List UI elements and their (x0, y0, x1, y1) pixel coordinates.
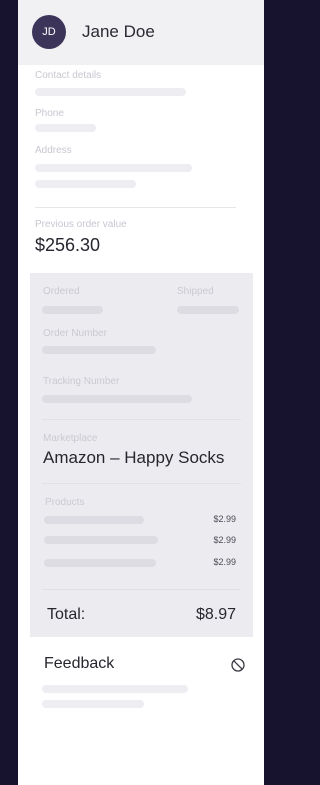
tracking-number-placeholder (42, 395, 192, 403)
marketplace-label: Marketplace (43, 433, 98, 444)
address-placeholder-line2 (35, 180, 136, 188)
product-price: $2.99 (213, 557, 236, 567)
address-placeholder-line1 (35, 164, 192, 172)
product-price: $2.99 (213, 514, 236, 524)
total-value: $8.97 (195, 606, 236, 623)
avatar[interactable]: JD (32, 15, 66, 49)
contact-placeholder (35, 88, 186, 96)
feedback-placeholder-line2 (42, 700, 144, 708)
customer-panel: JD Jane Doe Contact details Phone Addres… (18, 0, 264, 785)
previous-order-value: $256.30 (35, 235, 101, 255)
order-number-label: Order Number (43, 328, 107, 339)
divider (35, 207, 236, 208)
products-label: Products (45, 497, 85, 508)
ordered-placeholder (42, 306, 103, 314)
address-label: Address (35, 145, 72, 156)
marketplace-value: Amazon – Happy Socks (43, 448, 225, 467)
product-placeholder (44, 559, 156, 567)
feedback-placeholder-line1 (42, 685, 188, 693)
contact-details-label: Contact details (35, 70, 102, 81)
total-label: Total: (47, 606, 86, 623)
product-placeholder (44, 516, 144, 524)
product-price: $2.99 (213, 535, 236, 545)
previous-order-label: Previous order value (35, 219, 127, 230)
block-icon[interactable] (230, 657, 246, 673)
divider (42, 589, 241, 590)
phone-placeholder (35, 124, 96, 132)
divider (42, 483, 241, 484)
customer-name: Jane Doe (82, 22, 155, 41)
tracking-number-label: Tracking Number (43, 376, 120, 387)
shipped-placeholder (177, 306, 239, 314)
divider (42, 419, 241, 420)
customer-header: JD Jane Doe (18, 0, 264, 65)
shipped-label: Shipped (177, 286, 214, 297)
order-number-placeholder (42, 346, 156, 354)
feedback-title: Feedback (44, 655, 115, 672)
ordered-label: Ordered (43, 286, 80, 297)
product-placeholder (44, 536, 158, 544)
phone-label: Phone (35, 108, 64, 119)
